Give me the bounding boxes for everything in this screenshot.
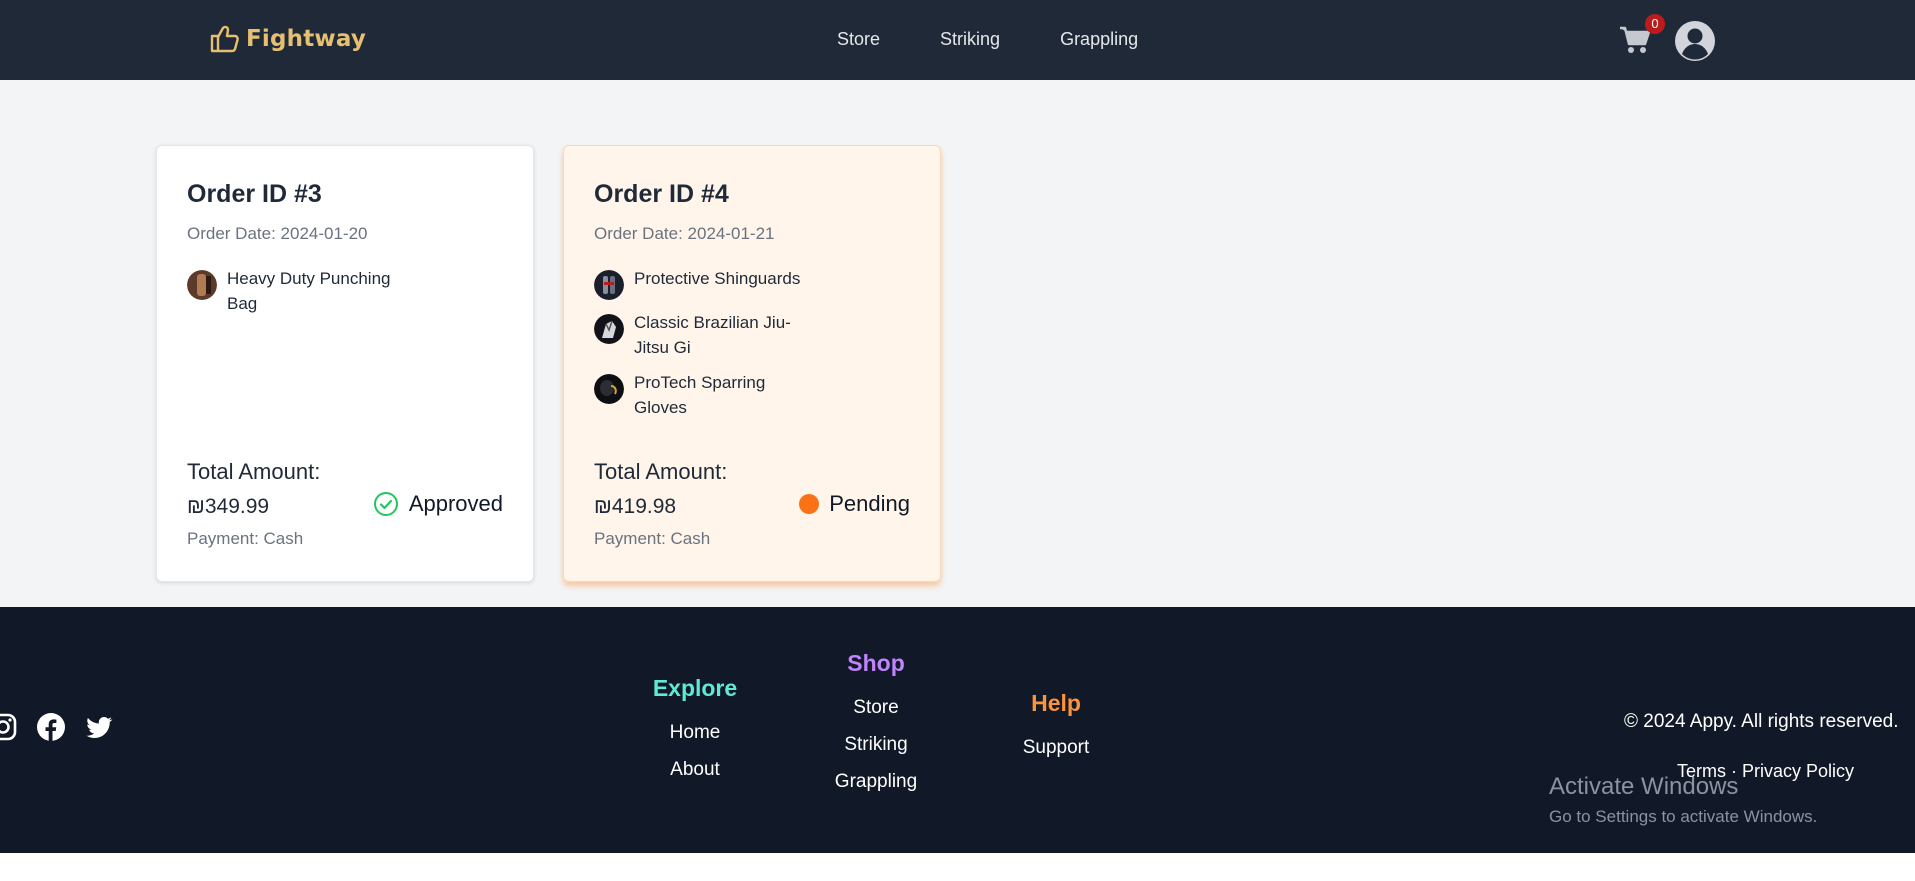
- twitter-icon[interactable]: [84, 712, 114, 742]
- terms-link[interactable]: Terms: [1677, 761, 1726, 781]
- order-card: Order ID #3 Order Date: 2024-01-20 Heavy…: [156, 145, 534, 582]
- page-bottom-strip: [0, 851, 1915, 881]
- facebook-icon[interactable]: [36, 712, 66, 742]
- total-amount-label: Total Amount:: [187, 459, 321, 484]
- top-navbar: Fightway Store Striking Grappling 0: [0, 0, 1915, 80]
- footer-link-striking[interactable]: Striking: [826, 734, 926, 756]
- legal-separator: ·: [1731, 761, 1738, 781]
- total-amount-value: ₪349.99: [187, 495, 270, 518]
- nav-store[interactable]: Store: [837, 29, 880, 50]
- order-item: Classic Brazilian Jiu-Jitsu Gi: [594, 310, 824, 360]
- nav-striking[interactable]: Striking: [940, 29, 1000, 50]
- product-thumbnail: [594, 374, 624, 404]
- check-circle-icon: [373, 492, 398, 516]
- item-name: Heavy Duty Punching Bag: [227, 269, 391, 313]
- order-item: Heavy Duty Punching Bag: [187, 266, 417, 316]
- footer-shop-title: Shop: [847, 650, 905, 676]
- status-text: Approved: [408, 491, 503, 516]
- brand-name: Fightway: [246, 26, 367, 52]
- site-footer: Explore Home About Shop Store Striking G…: [0, 607, 1915, 851]
- main-nav: Store Striking Grappling: [837, 29, 1138, 50]
- footer-explore-title: Explore: [652, 675, 738, 701]
- social-links: [0, 712, 114, 742]
- status-text: Pending: [829, 491, 910, 516]
- instagram-icon[interactable]: [0, 712, 18, 742]
- watermark-subtitle: Go to Settings to activate Windows.: [1549, 807, 1818, 826]
- order-items: Heavy Duty Punching Bag: [187, 266, 417, 326]
- payment-method: Payment: Cash: [187, 529, 304, 548]
- footer-link-support[interactable]: Support: [1006, 737, 1106, 759]
- order-card: Order ID #4 Order Date: 2024-01-21 Prote…: [563, 145, 941, 582]
- orders-section: Order ID #3 Order Date: 2024-01-20 Heavy…: [0, 80, 1915, 607]
- order-item: ProTech Sparring Gloves: [594, 370, 824, 420]
- brand-logo[interactable]: Fightway: [208, 24, 366, 54]
- nav-grappling[interactable]: Grappling: [1060, 29, 1138, 50]
- product-thumbnail: [187, 270, 217, 300]
- product-thumbnail: [594, 270, 624, 300]
- pending-dot-icon: [799, 494, 820, 514]
- cart-count-badge: 0: [1645, 14, 1665, 34]
- footer-link-grappling[interactable]: Grappling: [826, 771, 926, 793]
- order-title: Order ID #4: [594, 180, 729, 208]
- footer-link-about[interactable]: About: [645, 759, 745, 781]
- order-item: Protective Shinguards: [594, 266, 824, 300]
- total-amount-value: ₪419.98: [594, 495, 677, 518]
- user-avatar-icon[interactable]: [1674, 20, 1716, 62]
- thumbs-up-icon: [210, 25, 239, 53]
- order-date: Order Date: 2024-01-21: [594, 224, 775, 243]
- order-date: Order Date: 2024-01-20: [187, 224, 368, 243]
- total-amount-label: Total Amount:: [594, 459, 728, 484]
- product-thumbnail: [594, 314, 624, 344]
- footer-explore-column: Explore Home About: [645, 675, 745, 781]
- footer-link-home[interactable]: Home: [645, 722, 745, 744]
- status-badge: Approved: [373, 491, 503, 517]
- copyright-text: © 2024 Appy. All rights reserved.: [1624, 711, 1899, 732]
- item-name: Protective Shinguards: [634, 269, 801, 288]
- order-title: Order ID #3: [187, 180, 322, 208]
- footer-help-title: Help: [1031, 690, 1081, 716]
- footer-shop-column: Shop Store Striking Grappling: [826, 650, 926, 793]
- legal-links: Terms · Privacy Policy: [1677, 761, 1854, 782]
- status-badge: Pending: [799, 491, 910, 517]
- footer-help-column: Help Support: [1006, 690, 1106, 759]
- item-name: ProTech Sparring Gloves: [634, 373, 766, 417]
- item-name: Classic Brazilian Jiu-Jitsu Gi: [634, 313, 791, 357]
- privacy-policy-link[interactable]: Privacy Policy: [1742, 761, 1854, 781]
- payment-method: Payment: Cash: [594, 529, 711, 548]
- footer-link-store[interactable]: Store: [826, 697, 926, 719]
- order-items: Protective Shinguards Classic Brazilian …: [594, 266, 824, 430]
